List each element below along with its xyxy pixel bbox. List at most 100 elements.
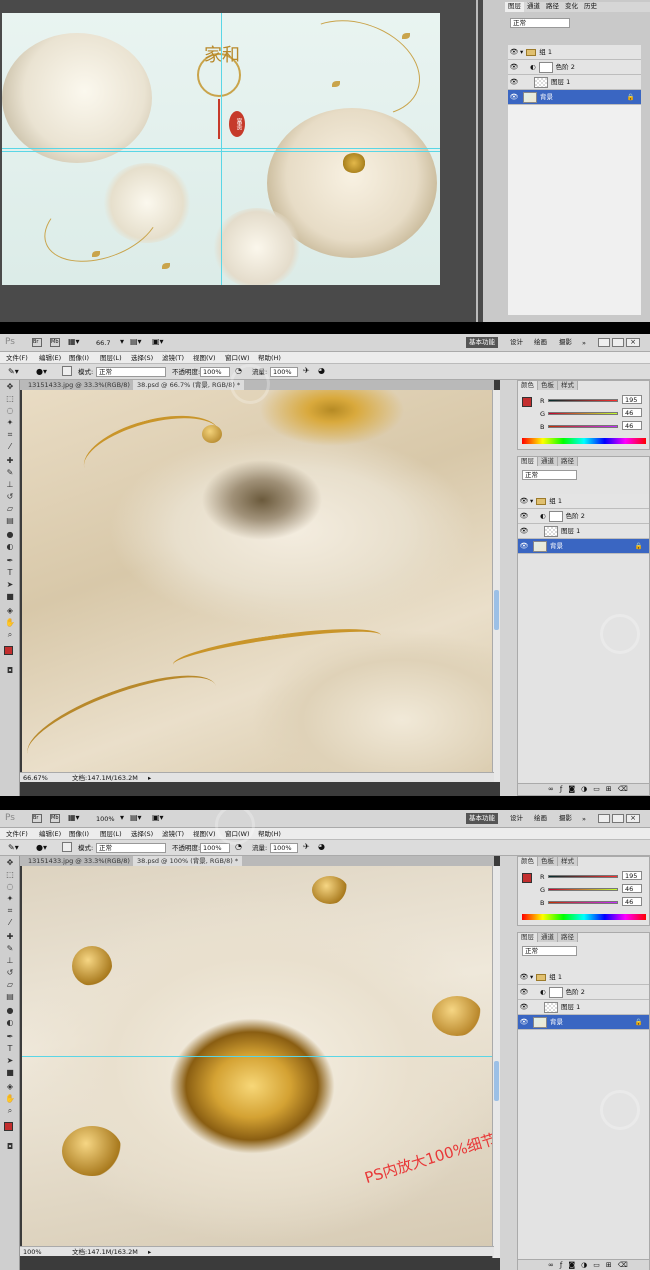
- gradient-tool-icon[interactable]: ▤: [5, 992, 15, 1002]
- menu-view[interactable]: 视图(V): [193, 353, 216, 363]
- layer-row-layer1[interactable]: 👁 图层 1: [518, 524, 649, 539]
- crop-tool-icon[interactable]: ⌗: [5, 430, 15, 440]
- tab-layers[interactable]: 图层: [518, 457, 538, 466]
- screen-mode-icon[interactable]: ▣▾: [152, 813, 164, 822]
- tab-layers[interactable]: 图层: [505, 2, 524, 12]
- expand-arrow-icon[interactable]: ▾: [530, 497, 533, 505]
- eye-icon[interactable]: 👁: [518, 527, 530, 535]
- flow-field[interactable]: 100%: [270, 367, 298, 377]
- type-tool-icon[interactable]: T: [5, 568, 15, 578]
- minimize-button[interactable]: [598, 338, 610, 347]
- color-spectrum[interactable]: [522, 914, 646, 920]
- doc-tab-jpg[interactable]: 13151433.jpg @ 33.3%(RGB/8): [24, 380, 134, 390]
- new-layer-icon[interactable]: ⊞: [606, 785, 618, 793]
- zoomed-canvas[interactable]: [22, 390, 492, 772]
- scroll-thumb[interactable]: [494, 1061, 499, 1101]
- tab-styles[interactable]: 样式: [558, 381, 578, 390]
- foreground-color-swatch[interactable]: [4, 1122, 13, 1131]
- layer-row-layer1[interactable]: 👁 图层 1: [518, 1000, 649, 1015]
- minibridge-icon[interactable]: Mb: [50, 338, 60, 347]
- menu-layer[interactable]: 图层(L): [100, 829, 122, 839]
- tab-history[interactable]: 历史: [581, 2, 600, 12]
- arrange-icon[interactable]: ▤▾: [130, 813, 142, 822]
- delete-layer-icon[interactable]: ⌫: [618, 785, 634, 793]
- stamp-tool-icon[interactable]: ⊥: [5, 956, 15, 966]
- scroll-thumb[interactable]: [494, 590, 499, 630]
- color-spectrum[interactable]: [522, 438, 646, 444]
- layer-row-group[interactable]: 👁 ▾ 组 1: [508, 45, 641, 60]
- more-workspaces-icon[interactable]: »: [582, 339, 586, 347]
- layer-row-adjustment[interactable]: 👁 ◐ 色阶 2: [518, 509, 649, 524]
- lasso-tool-icon[interactable]: ◌: [5, 882, 15, 892]
- hand-icon[interactable]: ▾: [120, 813, 124, 822]
- tab-layers[interactable]: 图层: [518, 933, 538, 942]
- brush-tool-icon[interactable]: ✎▾: [8, 367, 19, 376]
- status-arrow-icon[interactable]: ▸: [148, 1248, 151, 1256]
- layer-row-background[interactable]: 👁 背景 🔒: [508, 90, 641, 105]
- layer-row-adjustment[interactable]: 👁 ◐ 色阶 2: [508, 60, 641, 75]
- 3d-tool-icon[interactable]: ◈: [5, 1082, 15, 1092]
- gradient-tool-icon[interactable]: ▤: [5, 516, 15, 526]
- value-b[interactable]: 46: [622, 421, 642, 430]
- workspace-painting[interactable]: 绘画: [531, 337, 550, 348]
- tab-styles[interactable]: 样式: [558, 857, 578, 866]
- history-brush-icon[interactable]: ↺: [5, 968, 15, 978]
- slider-r[interactable]: [548, 399, 618, 402]
- menu-filter[interactable]: 滤镜(T): [162, 829, 184, 839]
- brush-tool-icon[interactable]: ✎: [5, 468, 15, 478]
- eye-icon[interactable]: 👁: [508, 63, 520, 71]
- minibridge-icon[interactable]: Mb: [50, 814, 60, 823]
- close-button[interactable]: ×: [626, 814, 640, 823]
- menu-window[interactable]: 窗口(W): [225, 353, 250, 363]
- expand-arrow-icon[interactable]: ▾: [530, 973, 533, 981]
- airbrush-icon[interactable]: ✈: [303, 842, 310, 851]
- slider-g[interactable]: [548, 412, 618, 415]
- eye-icon[interactable]: 👁: [518, 1003, 530, 1011]
- pressure-size-icon[interactable]: ◕: [318, 842, 325, 851]
- workspace-photography[interactable]: 摄影: [556, 813, 575, 824]
- workspace-essentials[interactable]: 基本功能: [466, 813, 498, 824]
- blur-tool-icon[interactable]: ●: [5, 1006, 15, 1016]
- blur-tool-icon[interactable]: ●: [5, 530, 15, 540]
- zoom-tool-icon[interactable]: ⌕: [5, 630, 15, 640]
- quick-select-tool-icon[interactable]: ✦: [5, 894, 15, 904]
- shape-tool-icon[interactable]: ■: [5, 1068, 15, 1078]
- foreground-color-swatch[interactable]: [4, 646, 13, 655]
- tab-paths[interactable]: 路径: [558, 933, 578, 942]
- brush-panel-icon[interactable]: [62, 842, 72, 852]
- tab-color[interactable]: 颜色: [518, 381, 538, 390]
- eye-icon[interactable]: 👁: [518, 1018, 530, 1026]
- tab-color[interactable]: 颜色: [518, 857, 538, 866]
- eyedropper-tool-icon[interactable]: ⁄: [5, 442, 15, 452]
- menu-view[interactable]: 视图(V): [193, 829, 216, 839]
- workspace-painting[interactable]: 绘画: [531, 813, 550, 824]
- slider-r[interactable]: [548, 875, 618, 878]
- hand-tool-icon[interactable]: ✋: [5, 1094, 15, 1104]
- path-select-icon[interactable]: ➤: [5, 1056, 15, 1066]
- status-arrow-icon[interactable]: ▸: [148, 774, 151, 782]
- workspace-design[interactable]: 设计: [507, 337, 526, 348]
- lasso-tool-icon[interactable]: ◌: [5, 406, 15, 416]
- menu-file[interactable]: 文件(F): [6, 829, 28, 839]
- menu-help[interactable]: 帮助(H): [258, 829, 281, 839]
- screen-mode-icon[interactable]: ▣▾: [152, 337, 164, 346]
- eye-icon[interactable]: 👁: [518, 542, 530, 550]
- pressure-size-icon[interactable]: ◕: [318, 366, 325, 375]
- healing-tool-icon[interactable]: ✚: [5, 456, 15, 466]
- menu-filter[interactable]: 滤镜(T): [162, 353, 184, 363]
- slider-b[interactable]: [548, 901, 618, 904]
- menu-select[interactable]: 选择(S): [131, 353, 153, 363]
- move-tool-icon[interactable]: ✥: [5, 382, 15, 392]
- arrange-icon[interactable]: ▤▾: [130, 337, 142, 346]
- bridge-icon[interactable]: Br: [32, 814, 42, 823]
- menu-image[interactable]: 图像(I): [69, 829, 89, 839]
- menu-select[interactable]: 选择(S): [131, 829, 153, 839]
- 3d-tool-icon[interactable]: ◈: [5, 606, 15, 616]
- crop-tool-icon[interactable]: ⌗: [5, 906, 15, 916]
- quick-mask-icon[interactable]: ◘: [5, 1142, 15, 1152]
- tab-paths[interactable]: 路径: [543, 2, 562, 12]
- layer-row-background[interactable]: 👁 背景 🔒: [518, 539, 649, 554]
- zoom-tool-icon[interactable]: ⌕: [5, 1106, 15, 1116]
- adjustment-icon[interactable]: ◑: [581, 1261, 593, 1269]
- add-mask-icon[interactable]: ◙: [568, 1261, 581, 1269]
